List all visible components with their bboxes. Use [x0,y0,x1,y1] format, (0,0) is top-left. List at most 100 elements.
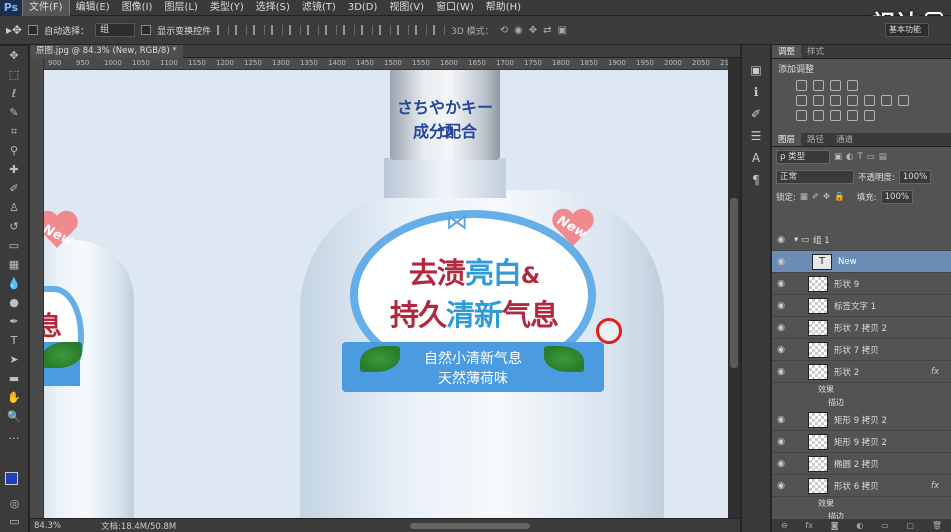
hand-tool-icon[interactable]: ✋ [0,388,28,407]
menu-image[interactable]: 图像(I) [116,0,159,16]
3d-slide-icon[interactable]: ⇄ [543,25,551,36]
distribute-hcenter-icon[interactable] [397,25,410,35]
align-bottom-icon[interactable] [253,25,266,35]
3d-roll-icon[interactable]: ◉ [514,25,523,36]
effects-row[interactable]: 效果 [772,383,951,396]
visibility-eye-icon[interactable]: ◉ [772,459,790,469]
layer-row[interactable]: ◉ 形状 7 拷贝 2 [772,317,951,339]
show-transform-checkbox[interactable] [141,25,152,35]
3d-orbit-icon[interactable]: ⟲ [500,25,508,36]
visibility-eye-icon[interactable]: ◉ [772,345,790,355]
menu-help[interactable]: 帮助(H) [480,0,527,16]
filter-shape-icon[interactable]: ▭ [867,152,875,162]
blur-tool-icon[interactable]: 💧 [0,274,28,293]
opacity-input[interactable]: 100% [898,170,932,184]
layer-row[interactable]: ◉ 形状 2 fx [772,361,951,383]
fill-input[interactable]: 100% [880,190,913,204]
brush-tool-icon[interactable]: ✐ [0,179,28,198]
menu-edit[interactable]: 编辑(E) [70,0,116,16]
selective-color-icon[interactable] [864,110,875,121]
distribute-top-icon[interactable] [325,25,338,35]
align-right-icon[interactable] [307,25,320,35]
menu-type[interactable]: 类型(Y) [204,0,250,16]
visibility-eye-icon[interactable]: ◉ [772,481,790,491]
align-vcenter-icon[interactable] [235,25,248,35]
link-layers-icon[interactable]: ⊖ [781,521,788,530]
stroke-effect-row[interactable]: 描边 [772,510,951,519]
visibility-eye-icon[interactable]: ◉ [772,437,790,447]
visibility-eye-icon[interactable]: ◉ [772,367,790,377]
crop-tool-icon[interactable]: ⌗ [0,122,28,141]
levels-icon[interactable] [813,80,824,91]
posterize-icon[interactable] [813,110,824,121]
new-adjustment-icon[interactable]: ◐ [856,521,863,530]
kind-filter[interactable]: ρ 类型 [776,150,830,164]
bw-icon[interactable] [847,95,858,106]
stamp-tool-icon[interactable]: ♙ [0,198,28,217]
marquee-tool-icon[interactable]: ⬚ [0,65,28,84]
distribute-bottom-icon[interactable] [361,25,374,35]
curves-icon[interactable] [830,80,841,91]
fx-icon[interactable]: fx [931,367,939,377]
delete-layer-icon[interactable]: 🗑 [932,521,942,530]
color-lookup-icon[interactable] [898,95,909,106]
tab-styles[interactable]: 样式 [801,45,830,58]
visibility-eye-icon[interactable]: ◉ [772,235,790,245]
eyedropper-tool-icon[interactable]: ⚲ [0,141,28,160]
gradient-tool-icon[interactable]: ▦ [0,255,28,274]
history-brush-tool-icon[interactable]: ↺ [0,217,28,236]
properties-icon[interactable]: ℹ [742,81,770,103]
3d-pan-icon[interactable]: ✥ [529,25,537,36]
add-mask-icon[interactable]: ◙ [831,521,839,530]
menu-view[interactable]: 视图(V) [383,0,430,16]
color-balance-icon[interactable] [830,95,841,106]
filter-smart-icon[interactable]: ▤ [879,152,887,162]
zoom-level[interactable]: 84.3% [34,521,61,531]
lasso-tool-icon[interactable]: ℓ [0,84,28,103]
lock-move-icon[interactable]: ✥ [823,192,830,202]
screen-mode-icon[interactable]: ▭ [0,512,29,531]
photo-filter-icon[interactable] [864,95,875,106]
horizontal-scrollbar[interactable] [410,523,530,529]
filter-adjust-icon[interactable]: ◐ [846,152,853,162]
layer-row[interactable]: ◉ 形状 7 拷贝 [772,339,951,361]
layer-row[interactable]: ◉ T New [772,251,951,273]
more-tools-icon[interactable]: … [0,426,28,445]
add-style-icon[interactable]: fx [805,521,813,530]
vertical-scrollbar[interactable] [728,58,740,518]
tab-layers[interactable]: 图层 [772,133,802,146]
vibrance-icon[interactable] [796,95,807,106]
visibility-eye-icon[interactable]: ◉ [772,257,790,267]
pen-tool-icon[interactable]: ✒ [0,312,28,331]
lock-paint-icon[interactable]: ✐ [812,192,819,202]
move-tool-icon[interactable]: ✥ [0,46,28,65]
brush-presets-icon[interactable]: ✐ [742,103,770,125]
menu-filter[interactable]: 滤镜(T) [296,0,342,16]
filter-type-icon[interactable]: T [857,152,862,162]
layer-row[interactable]: ◉ 矩形 9 拷贝 2 [772,431,951,453]
layer-row[interactable]: ◉ 形状 9 [772,273,951,295]
healing-tool-icon[interactable]: ✚ [0,160,28,179]
quick-mask-icon[interactable]: ◎ [0,494,29,513]
blend-mode-dropdown[interactable]: 正常 [776,170,854,184]
path-select-tool-icon[interactable]: ➤ [0,350,28,369]
paragraph-icon[interactable]: ¶ [742,169,770,191]
zoom-tool-icon[interactable]: 🔍 [0,407,28,426]
tab-channels[interactable]: 通道 [830,133,859,146]
menu-layer[interactable]: 图层(L) [158,0,203,16]
align-top-icon[interactable] [217,25,230,35]
exposure-icon[interactable] [847,80,858,91]
layer-row[interactable]: ◉ 椭圆 2 拷贝 [772,453,951,475]
menu-select[interactable]: 选择(S) [250,0,296,16]
gradient-map-icon[interactable] [847,110,858,121]
effects-row[interactable]: 效果 [772,497,951,510]
foreground-color-swatch[interactable] [5,472,18,485]
type-tool-icon[interactable]: T [0,331,28,350]
canvas[interactable]: New 息 さちやかキーつ 成分配合 ⋈ New 去渍亮白& 持久清新气息 自然… [44,70,728,518]
invert-icon[interactable] [796,110,807,121]
brightness-icon[interactable] [796,80,807,91]
lock-all-icon[interactable]: 🔒 [834,192,845,202]
distribute-left-icon[interactable] [379,25,392,35]
stroke-effect-row[interactable]: 描边 [772,396,951,409]
menu-window[interactable]: 窗口(W) [430,0,480,16]
